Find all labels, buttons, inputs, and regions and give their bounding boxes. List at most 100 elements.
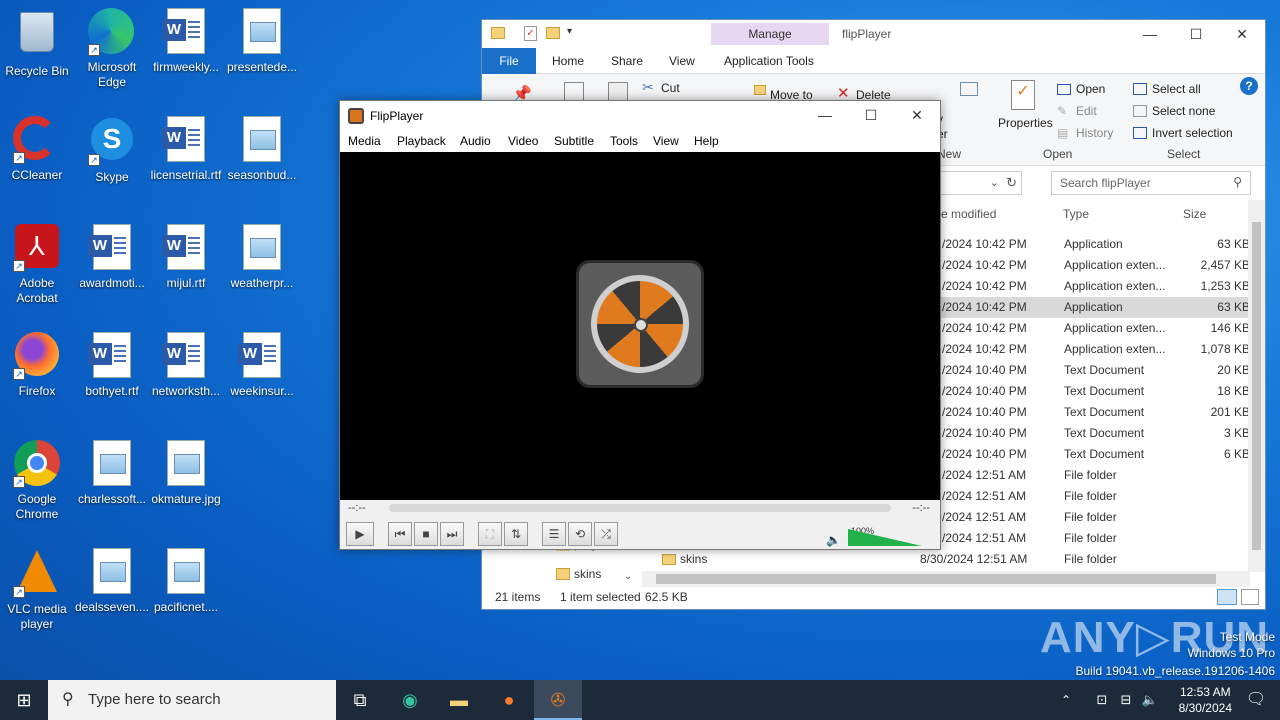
cut-button[interactable]: Cut xyxy=(661,81,680,95)
nav-pane-item-skins[interactable]: skins xyxy=(552,565,632,585)
maximize-button[interactable]: ☐ xyxy=(1173,20,1219,48)
file-row[interactable]: /2024 12:51 AM File folder xyxy=(922,465,1250,486)
column-date-modified[interactable]: e modified xyxy=(941,207,996,221)
large-icons-view-icon[interactable] xyxy=(1241,589,1259,605)
file-row[interactable]: /2024 10:42 PM Application 63 KB xyxy=(922,234,1250,255)
play-button[interactable]: ▶ xyxy=(346,522,374,546)
edit-button[interactable]: Edit xyxy=(1076,104,1097,118)
tab-view[interactable]: View xyxy=(669,54,695,68)
volume-slider[interactable] xyxy=(848,529,922,546)
desktop-icon-doc[interactable]: W networksth... xyxy=(148,332,224,399)
minimize-button[interactable]: — xyxy=(802,101,848,129)
desktop-icon-skype[interactable]: S ↗ Skype xyxy=(74,116,150,185)
taskbar-edge-icon[interactable]: ◉ xyxy=(386,680,434,720)
extended-settings-button[interactable]: ⇅ xyxy=(504,522,528,546)
desktop-icon-doc[interactable]: W awardmoti... xyxy=(74,224,150,291)
file-row[interactable]: /2024 10:40 PM Text Document 6 KB xyxy=(922,444,1250,465)
refresh-icon[interactable]: ↻ xyxy=(1006,175,1017,191)
select-all-button[interactable]: Select all xyxy=(1152,82,1201,96)
shuffle-button[interactable]: ⤮ xyxy=(594,522,618,546)
file-row[interactable]: /2024 12:51 AM File folder xyxy=(922,486,1250,507)
tab-application-tools[interactable]: Application Tools xyxy=(724,54,814,68)
easy-access-icon[interactable] xyxy=(960,82,978,96)
search-input[interactable]: Search flipPlayer ⚲ xyxy=(1051,171,1251,195)
system-clock[interactable]: 12:53 AM 8/30/2024 xyxy=(1179,684,1232,716)
file-row[interactable]: /2024 10:40 PM Text Document 20 KB xyxy=(922,360,1250,381)
open-button[interactable]: Open xyxy=(1076,82,1105,96)
desktop-icon-vlc[interactable]: ↗ VLC media player xyxy=(0,548,75,632)
menu-subtitle[interactable]: Subtitle xyxy=(554,134,594,148)
tab-file[interactable]: File xyxy=(482,48,536,74)
stop-button[interactable]: ■ xyxy=(414,522,438,546)
desktop-icon-image[interactable]: weatherpr... xyxy=(224,224,300,291)
manage-tab[interactable]: Manage xyxy=(711,23,829,45)
scroll-thumb[interactable] xyxy=(656,574,1216,584)
select-none-button[interactable]: Select none xyxy=(1152,104,1215,118)
desktop-icon-image[interactable]: dealsseven.... xyxy=(74,548,150,615)
file-row[interactable]: /2024 10:42 PM Application exten... 146 KB xyxy=(922,318,1250,339)
speaker-icon[interactable]: 🔈 xyxy=(826,533,841,547)
show-hidden-icons-icon[interactable]: ⌃ xyxy=(1054,680,1078,720)
menu-tools[interactable]: Tools xyxy=(610,134,638,148)
taskbar-file-explorer-icon[interactable]: ▬ xyxy=(435,680,483,720)
menu-playback[interactable]: Playback xyxy=(397,134,446,148)
task-view-icon[interactable]: ⧉ xyxy=(336,680,384,720)
loop-button[interactable]: ⟲ xyxy=(568,522,592,546)
properties-icon[interactable]: ✓ xyxy=(1011,80,1035,110)
menu-video[interactable]: Video xyxy=(508,134,538,148)
menu-help[interactable]: Help xyxy=(694,134,719,148)
menu-view[interactable]: View xyxy=(653,134,679,148)
address-dropdown-icon[interactable]: ⌄ xyxy=(990,176,999,189)
network-icon[interactable]: ⊡ xyxy=(1092,680,1112,720)
desktop-icon-doc[interactable]: W firmweekly... xyxy=(148,8,224,75)
desktop-icon-doc[interactable]: W weekinsur... xyxy=(224,332,300,399)
desktop-icon-edge[interactable]: ↗ Microsoft Edge xyxy=(74,8,150,90)
file-row[interactable]: /2024 10:42 PM Application exten... 2,457 … xyxy=(922,255,1250,276)
invert-selection-button[interactable]: Invert selection xyxy=(1152,126,1233,140)
file-row[interactable]: /2024 12:51 AM File folder xyxy=(922,507,1250,528)
desktop-icon-image[interactable]: pacificnet.... xyxy=(148,548,224,615)
cut-icon[interactable]: ✂ xyxy=(642,79,654,96)
maximize-button[interactable]: ☐ xyxy=(848,101,894,129)
properties-quick-icon[interactable]: ✓ xyxy=(524,26,537,41)
taskbar-firefox-icon[interactable]: ● xyxy=(485,680,533,720)
scroll-thumb[interactable] xyxy=(1252,222,1261,550)
desktop-icon-doc[interactable]: W bothyet.rtf xyxy=(74,332,150,399)
start-button[interactable]: ⊞ xyxy=(0,680,48,720)
desktop-icon-acrobat[interactable]: ⅄ ↗ Adobe Acrobat xyxy=(0,224,75,306)
desktop-icon-doc[interactable]: W licensetrial.rtf xyxy=(148,116,224,183)
wifi-icon[interactable]: ⊟ xyxy=(1116,680,1136,720)
file-row[interactable]: /2024 10:40 PM Text Document 18 KB xyxy=(922,381,1250,402)
nav-scroll-down-icon[interactable]: ⌄ xyxy=(624,571,632,582)
playlist-button[interactable]: ☰ xyxy=(542,522,566,546)
desktop-icon-firefox[interactable]: ↗ Firefox xyxy=(0,332,75,399)
desktop-icon-image[interactable]: charlessoft... xyxy=(74,440,150,507)
file-row[interactable]: /2024 10:42 PM Application exten... 1,253 … xyxy=(922,276,1250,297)
column-size[interactable]: Size xyxy=(1183,207,1206,221)
file-row-skins[interactable]: skins 8/30/2024 12:51 AM File folder xyxy=(642,549,1250,570)
details-view-icon[interactable] xyxy=(1217,589,1237,605)
file-row[interactable]: /2024 10:42 PM Application exten... 1,078 … xyxy=(922,339,1250,360)
next-button[interactable]: ⏭ xyxy=(440,522,464,546)
tab-share[interactable]: Share xyxy=(611,54,643,68)
column-type[interactable]: Type xyxy=(1063,207,1089,221)
close-button[interactable]: ✕ xyxy=(1219,20,1265,48)
desktop-icon-image[interactable]: presentede... xyxy=(224,8,300,75)
video-area[interactable] xyxy=(340,152,940,500)
file-row[interactable]: /2024 10:40 PM Text Document 201 KB xyxy=(922,402,1250,423)
menu-media[interactable]: Media xyxy=(348,134,381,148)
taskbar-search-box[interactable]: ⚲ Type here to search xyxy=(48,680,336,720)
desktop-icon-image[interactable]: seasonbud... xyxy=(224,116,300,183)
desktop-icon-chrome[interactable]: ↗ Google Chrome xyxy=(0,440,75,522)
desktop-icon-ccleaner[interactable]: ↗ CCleaner xyxy=(0,116,75,183)
file-row[interactable]: /2024 12:51 AM File folder xyxy=(922,528,1250,549)
desktop-icon-image[interactable]: okmature.jpg xyxy=(148,440,224,507)
properties-button[interactable]: Properties xyxy=(998,116,1053,130)
volume-icon[interactable]: 🔈 xyxy=(1140,680,1160,720)
seek-bar[interactable] xyxy=(389,504,891,512)
taskbar-flipplayer-icon[interactable]: ✇ xyxy=(534,680,582,720)
history-button[interactable]: History xyxy=(1076,126,1113,140)
previous-button[interactable]: ⏮ xyxy=(388,522,412,546)
new-folder-quick-icon[interactable] xyxy=(546,27,560,39)
minimize-button[interactable]: — xyxy=(1127,20,1173,48)
